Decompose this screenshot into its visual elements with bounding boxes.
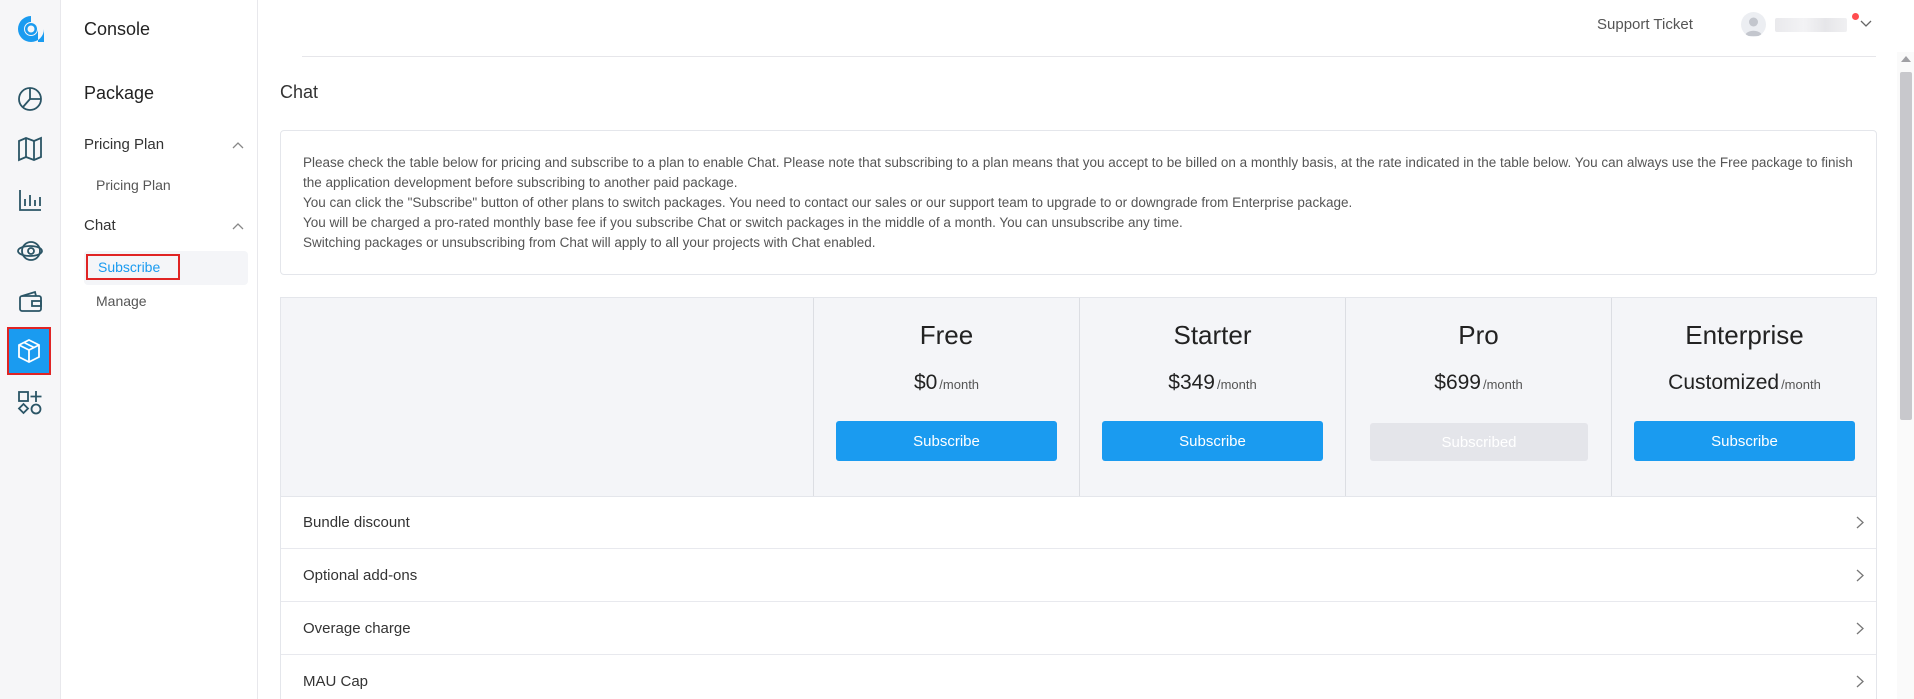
scrollbar-thumb[interactable]	[1900, 72, 1912, 420]
price-amount: Customized	[1668, 371, 1780, 394]
row-label: Optional add-ons	[303, 566, 418, 584]
subscribed-pro-button: Subscribed	[1370, 423, 1588, 461]
plan-card-enterprise: Enterprise Customized/month Subscribe	[1611, 298, 1877, 496]
notice-line: You will be charged a pro-rated monthly …	[303, 215, 1183, 230]
price-amount: $349	[1168, 371, 1215, 394]
subscribe-free-button[interactable]: Subscribe	[836, 421, 1057, 461]
plan-price: $0/month	[814, 371, 1079, 395]
chevron-up-icon	[232, 222, 244, 229]
chevron-down-icon[interactable]	[1860, 20, 1872, 28]
sidebar-item-pricing-plan[interactable]: Pricing Plan	[96, 177, 171, 193]
plan-name: Starter	[1173, 320, 1252, 350]
sidebar-group-label: Pricing Plan	[84, 136, 165, 153]
header-divider	[302, 56, 1876, 57]
plan-card-free: Free $0/month Subscribe	[813, 298, 1079, 496]
price-amount: $0	[913, 371, 938, 394]
chevron-up-icon	[232, 141, 244, 148]
icon-rail	[0, 0, 61, 699]
support-ticket-link[interactable]: Support Ticket	[1597, 16, 1693, 33]
plan-price: $349/month	[1080, 371, 1345, 395]
extensions-icon[interactable]	[10, 383, 50, 423]
row-label: MAU Cap	[303, 672, 369, 690]
sidebar-group-chat[interactable]: Chat	[84, 217, 244, 234]
username-redacted[interactable]	[1775, 18, 1847, 32]
console-title[interactable]: Console	[84, 19, 150, 40]
sidebar-item-manage[interactable]: Manage	[96, 293, 147, 309]
page-title: Chat	[280, 82, 319, 102]
bar-chart-icon[interactable]	[10, 180, 50, 220]
plan-details-list: Bundle discount Optional add-ons Overage…	[280, 496, 1877, 699]
row-overage-charge[interactable]: Overage charge	[281, 602, 1876, 655]
user-avatar-icon[interactable]	[1741, 12, 1766, 37]
analytics-globe-icon[interactable]	[10, 231, 50, 271]
plan-price: Customized/month	[1612, 371, 1877, 395]
plan-name: Free	[919, 320, 974, 350]
row-bundle-discount[interactable]: Bundle discount	[281, 496, 1876, 549]
plan-card-starter: Starter $349/month Subscribe	[1079, 298, 1345, 496]
wallet-icon[interactable]	[10, 282, 50, 322]
pricing-notice: Please check the table below for pricing…	[280, 130, 1877, 275]
section-title: Package	[84, 83, 155, 103]
dashboard-pie-icon[interactable]	[10, 79, 50, 119]
plan-name: Enterprise	[1685, 320, 1804, 350]
sidebar-item-subscribe[interactable]: Subscribe	[86, 254, 180, 280]
sidebar-group-pricing-plan[interactable]: Pricing Plan	[84, 136, 244, 153]
plan-name: Pro	[1458, 320, 1499, 350]
row-label: Overage charge	[303, 619, 411, 637]
plan-card-pro: Pro $699/month Subscribed	[1345, 298, 1611, 496]
price-period: /month	[1482, 377, 1523, 392]
price-period: /month	[939, 377, 980, 392]
notification-dot	[1852, 13, 1859, 20]
plans-table-header: Free $0/month Subscribe Starter $349/mon…	[280, 297, 1877, 497]
chevron-right-icon	[1856, 675, 1864, 688]
agora-logo-icon[interactable]	[16, 14, 46, 44]
chevron-right-icon	[1856, 622, 1864, 635]
notice-line: You can click the "Subscribe" button of …	[303, 195, 1353, 210]
sidebar-group-label: Chat	[84, 217, 116, 234]
notice-line: Switching packages or unsubscribing from…	[303, 235, 876, 250]
map-icon[interactable]	[10, 129, 50, 169]
chevron-right-icon	[1856, 569, 1864, 582]
row-mau-cap[interactable]: MAU Cap	[281, 655, 1876, 699]
package-sidebar: Console Package Pricing Plan Pricing Pla…	[62, 0, 258, 699]
price-period: /month	[1781, 377, 1821, 392]
row-label: Bundle discount	[303, 513, 410, 531]
plan-price: $699/month	[1346, 371, 1611, 395]
subscribe-starter-button[interactable]: Subscribe	[1102, 421, 1323, 461]
package-box-icon[interactable]	[7, 327, 51, 375]
notice-line: Please check the table below for pricing…	[303, 155, 1853, 190]
price-amount: $699	[1434, 371, 1481, 394]
chevron-right-icon	[1856, 516, 1864, 529]
row-optional-add-ons[interactable]: Optional add-ons	[281, 549, 1876, 602]
scroll-up-arrow-icon[interactable]	[1901, 56, 1911, 62]
subscribe-enterprise-button[interactable]: Subscribe	[1634, 421, 1855, 461]
price-period: /month	[1216, 377, 1257, 392]
